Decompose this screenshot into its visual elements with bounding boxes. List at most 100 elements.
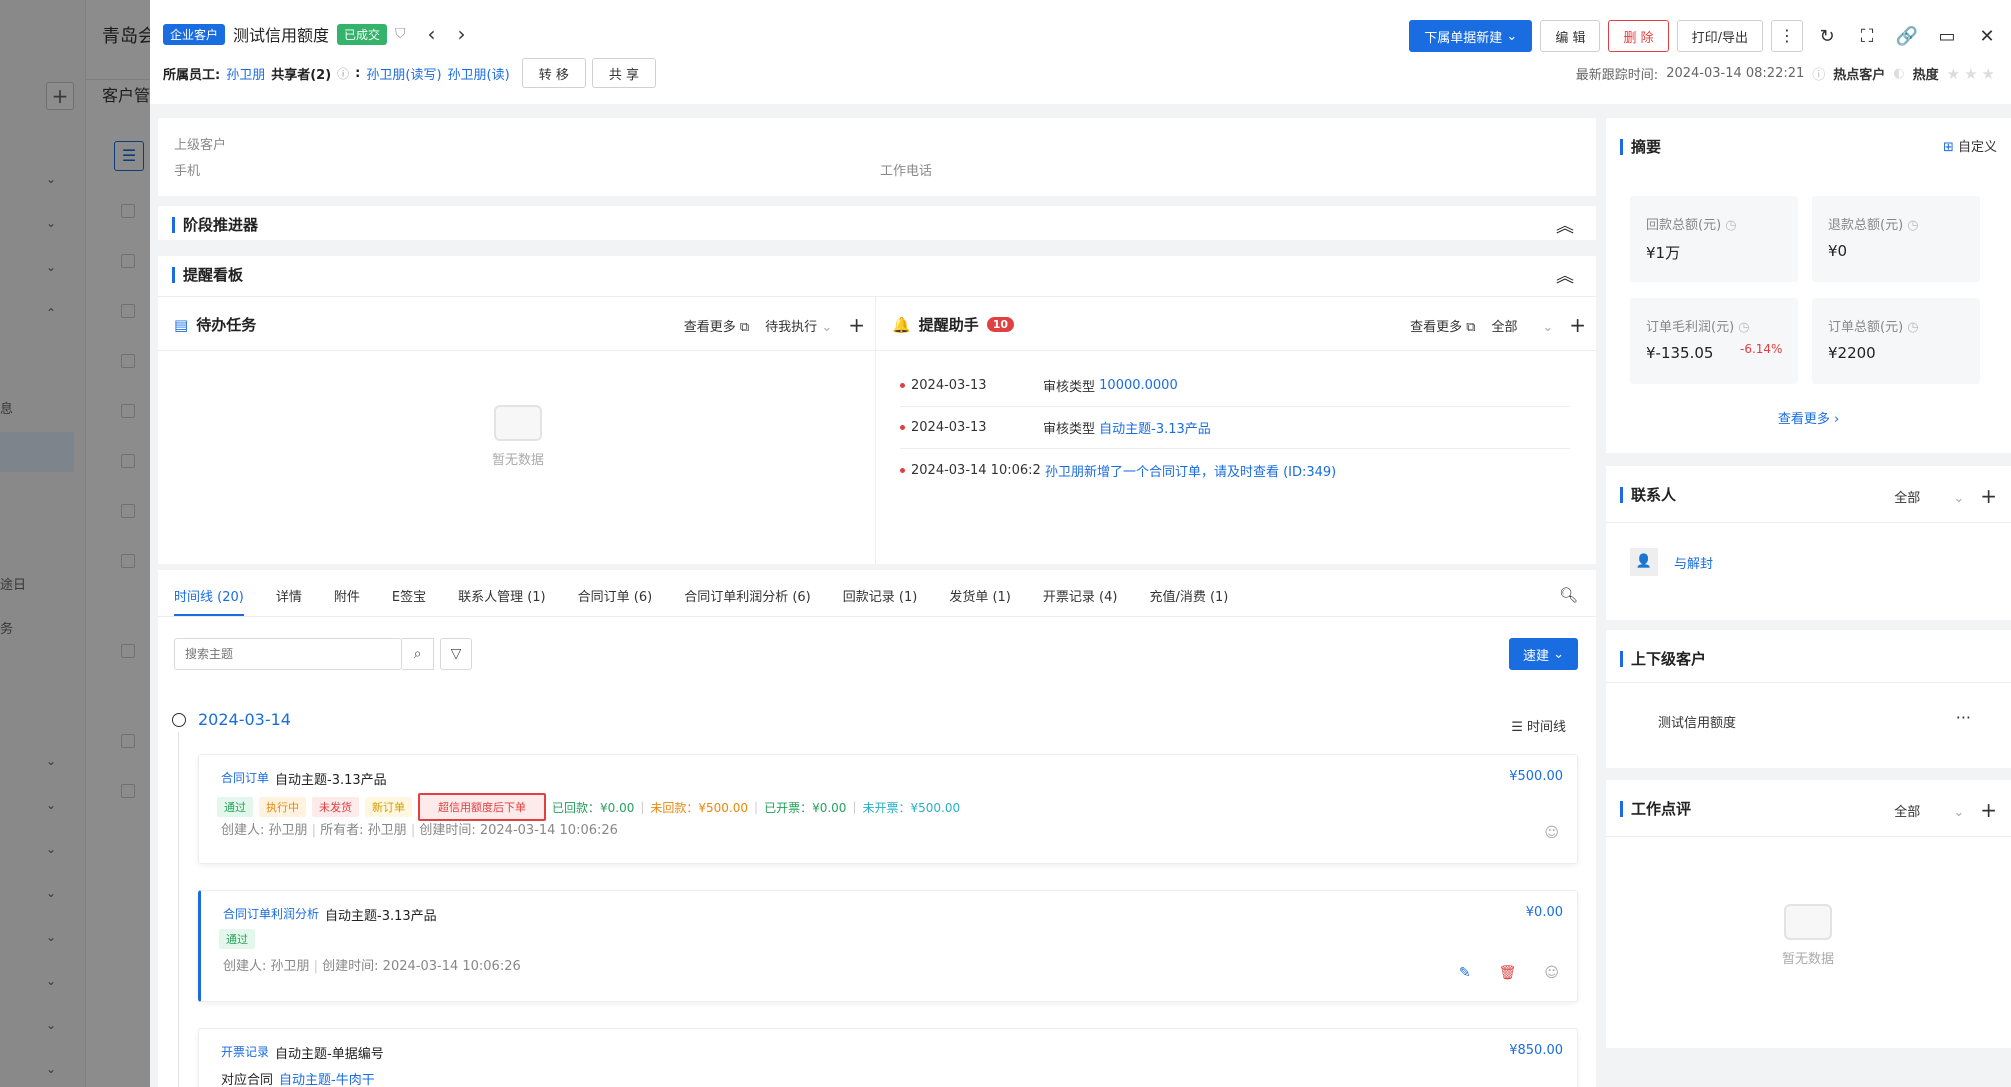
collapse-icon[interactable]: ︽ xyxy=(1556,212,1574,238)
work-review-filter[interactable]: 全部 ⌄ xyxy=(1894,801,1964,820)
tab-attachments[interactable]: 附件 xyxy=(334,586,360,605)
reminder-value[interactable]: 孙卫朋新增了一个合同订单，请及时查看 (ID:349) xyxy=(1045,461,1336,480)
more-icon[interactable]: ⋮ xyxy=(1771,20,1803,52)
reminder-item[interactable]: 2024-03-13 审核类型 自动主题-3.13产品 xyxy=(900,407,1570,449)
tab-timeline[interactable]: 时间线 (20) xyxy=(174,586,244,605)
filter-icon[interactable]: ▽ xyxy=(440,638,472,670)
search-icon[interactable]: ⌕ xyxy=(402,638,434,670)
timeline-entry[interactable]: 开票记录 自动主题-单据编号 ¥850.00 对应合同 自动主题-牛肉干 xyxy=(198,1028,1578,1087)
timeline-view-toggle[interactable]: ☰ 时间线 xyxy=(1511,716,1566,735)
link-icon[interactable]: 🔗 xyxy=(1891,26,1923,47)
assistant-header: 🔔 提醒助手 10 查看更多 ⧉ 全部 ⌄ + xyxy=(876,297,1596,351)
fullscreen-icon[interactable]: ⛶ xyxy=(1851,26,1883,47)
tab-payments[interactable]: 回款记录 (1) xyxy=(843,586,918,605)
entry-type[interactable]: 合同订单利润分析 xyxy=(223,905,319,924)
entry-created: 创建时间: 2024-03-14 10:06:26 xyxy=(419,823,618,838)
search-icon[interactable]: 🔍︎ xyxy=(1559,586,1578,604)
entry-type[interactable]: 合同订单 xyxy=(221,769,269,788)
work-review-empty: 暂无数据 xyxy=(1748,904,1868,967)
search-box xyxy=(174,638,402,670)
tab-profit-analysis[interactable]: 合同订单利润分析 (6) xyxy=(684,586,811,605)
timeline-entry[interactable]: 合同订单利润分析 自动主题-3.13产品 ¥0.00 通过 创建人: 孙卫朋 |… xyxy=(198,890,1578,1002)
prev-record-icon[interactable]: ‹ xyxy=(428,22,436,46)
expand-icon: ⧉ xyxy=(739,319,750,335)
status-badge: 新订单 xyxy=(365,797,412,817)
help-icon[interactable]: ◷ xyxy=(1725,218,1736,233)
tab-shipments[interactable]: 发货单 (1) xyxy=(949,586,1011,605)
add-reminder-icon[interactable]: + xyxy=(1569,313,1586,337)
reminder-value[interactable]: 自动主题-3.13产品 xyxy=(1099,418,1211,437)
help-icon[interactable]: ◷ xyxy=(1907,320,1918,335)
dock-icon[interactable]: ▭ xyxy=(1931,26,1963,47)
collapse-icon[interactable]: ︽ xyxy=(1556,262,1574,288)
print-export-button[interactable]: 打印/导出 xyxy=(1676,20,1763,52)
add-review-icon[interactable]: + xyxy=(1980,798,1997,822)
summary-view-more[interactable]: 查看更多 › xyxy=(1606,408,2011,427)
assistant-view-more[interactable]: 查看更多 ⧉ xyxy=(1410,316,1475,335)
reminder-item[interactable]: 2024-03-13 审核类型 10000.0000 xyxy=(900,365,1570,407)
customer-name: 测试信用额度 xyxy=(233,26,330,45)
sharer-link[interactable]: 孙卫朋(读写) xyxy=(366,64,441,83)
heat-label: 热度 xyxy=(1912,68,1939,83)
help-icon[interactable]: ⓘ xyxy=(337,65,349,82)
tab-recharge[interactable]: 充值/消费 (1) xyxy=(1149,586,1228,605)
transfer-button[interactable]: 转 移 xyxy=(521,58,586,88)
tab-contract-orders[interactable]: 合同订单 (6) xyxy=(578,586,653,605)
todo-filter[interactable]: 待我执行 ⌄ xyxy=(765,316,832,335)
edit-icon[interactable]: ✎ xyxy=(1459,965,1471,981)
parent-child-card: 上下级客户 测试信用额度 ··· xyxy=(1606,630,2011,768)
next-record-icon[interactable]: › xyxy=(458,22,466,46)
modal-overlay[interactable] xyxy=(0,0,150,1087)
contact-name[interactable]: 与解封 xyxy=(1674,553,1713,572)
edit-button[interactable]: 编 辑 xyxy=(1540,20,1601,52)
chevron-down-icon: ⌄ xyxy=(1953,804,1965,820)
shield-icon[interactable]: ⛉ xyxy=(395,26,406,42)
timeline-date: 2024-03-14 xyxy=(198,710,291,729)
delete-icon[interactable]: 🗑 xyxy=(1499,965,1517,981)
search-input[interactable] xyxy=(175,639,401,669)
sharer-link[interactable]: 孙卫朋(读) xyxy=(448,64,510,83)
assistant-filter[interactable]: 全部 ⌄ xyxy=(1492,316,1554,335)
reminder-date: 2024-03-13 xyxy=(911,378,987,393)
divider xyxy=(1606,522,2011,523)
separator: | xyxy=(754,800,759,814)
share-button[interactable]: 共 享 xyxy=(591,58,656,88)
add-todo-icon[interactable]: + xyxy=(848,313,865,337)
timeline-entry[interactable]: 合同订单 自动主题-3.13产品 ¥500.00 通过 执行中 未发货 新订单 … xyxy=(198,754,1578,864)
related-customer-name[interactable]: 测试信用额度 xyxy=(1658,712,1736,731)
stat-value: ¥-135.05 xyxy=(1646,344,1714,362)
contact-item[interactable]: 👤 与解封 xyxy=(1630,548,1713,576)
sub-new-button[interactable]: 下属单据新建 ⌄ xyxy=(1409,20,1533,52)
todo-view-more[interactable]: 查看更多 ⧉ xyxy=(684,316,749,335)
add-contact-icon[interactable]: + xyxy=(1980,484,1997,508)
dot-icon xyxy=(900,425,905,430)
help-icon[interactable]: ⓘ xyxy=(1812,64,1825,83)
refresh-icon[interactable]: ↻ xyxy=(1811,26,1843,47)
reminder-value[interactable]: 10000.0000 xyxy=(1099,378,1178,393)
task-icon: ▤ xyxy=(174,315,189,334)
heat-stars[interactable]: ★★★ xyxy=(1947,65,1999,83)
quick-create-button[interactable]: 速建 ⌄ xyxy=(1508,638,1578,670)
more-icon[interactable]: ··· xyxy=(1956,708,1971,727)
customize-link[interactable]: ⊞ 自定义 xyxy=(1943,136,1997,155)
close-icon[interactable]: ✕ xyxy=(1971,26,2003,47)
tab-invoices[interactable]: 开票记录 (4) xyxy=(1043,586,1118,605)
contacts-filter[interactable]: 全部 ⌄ xyxy=(1894,487,1964,506)
contract-link[interactable]: 自动主题-牛肉干 xyxy=(279,1069,375,1087)
clock-icon xyxy=(172,712,186,727)
entry-type[interactable]: 开票记录 xyxy=(221,1043,269,1062)
tab-details[interactable]: 详情 xyxy=(276,586,302,605)
stage-card: 阶段推进器 ︽ xyxy=(158,206,1596,240)
todo-header: ▤ 待办任务 查看更多 ⧉ 待我执行 ⌄ + xyxy=(158,297,875,351)
toggle-icon[interactable]: ◐ xyxy=(1893,66,1904,81)
owner-name[interactable]: 孙卫朋 xyxy=(226,64,265,83)
comment-icon[interactable]: ☺ xyxy=(1544,965,1559,981)
comment-icon[interactable]: ☺ xyxy=(1544,825,1559,841)
reminder-item[interactable]: 2024-03-14 10:06:2 孙卫朋新增了一个合同订单，请及时查看 (I… xyxy=(900,449,1570,491)
help-icon[interactable]: ◷ xyxy=(1738,320,1749,335)
help-icon[interactable]: ◷ xyxy=(1907,218,1918,233)
tab-esign[interactable]: E签宝 xyxy=(392,586,426,605)
reminder-count-badge: 10 xyxy=(986,317,1015,332)
tab-contacts[interactable]: 联系人管理 (1) xyxy=(458,586,546,605)
delete-button[interactable]: 删 除 xyxy=(1608,20,1669,52)
